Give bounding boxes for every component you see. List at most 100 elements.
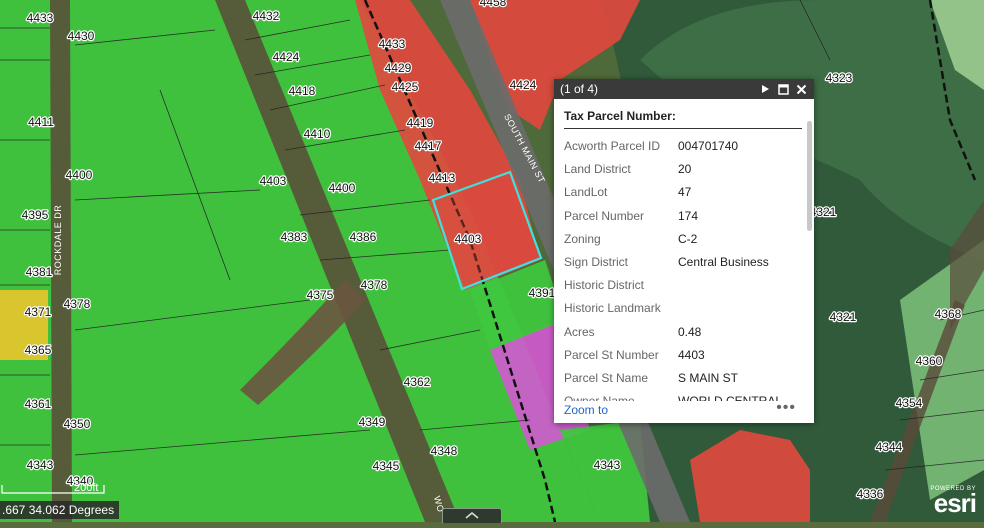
zoom-to-link[interactable]: Zoom to xyxy=(564,403,608,417)
parcel-number-label: 4375 xyxy=(307,288,334,302)
esri-wordmark: esri xyxy=(933,488,977,518)
parcel-number-label: 4349 xyxy=(359,415,386,429)
attribute-row: Zoning C-2 xyxy=(562,229,802,252)
parcel-number-label: 4378 xyxy=(361,278,388,292)
parcel-number-label: 4350 xyxy=(64,417,91,431)
parcel-number-label: 4323 xyxy=(826,71,853,85)
attribute-row: LandLot 47 xyxy=(562,182,802,205)
attribute-value: 20 xyxy=(678,162,692,177)
parcel-number-label: 4371 xyxy=(25,305,52,319)
attribute-row: Acworth Parcel ID 004701740 xyxy=(562,136,802,159)
close-icon[interactable] xyxy=(792,80,810,98)
attribute-key: Historic District xyxy=(564,278,644,293)
attribute-key: Land District xyxy=(564,162,631,177)
attribute-value: 174 xyxy=(678,208,699,223)
next-feature-icon[interactable] xyxy=(756,80,774,98)
attribute-value xyxy=(676,275,802,298)
road-name-label: ROCKDALE DR xyxy=(53,205,63,276)
attribute-value xyxy=(676,298,802,321)
parcel-number-label: 4400 xyxy=(66,168,93,182)
parcel-number-label: 4360 xyxy=(916,354,943,368)
attribute-row: Land District 20 xyxy=(562,159,802,182)
attribute-key: Parcel St Number xyxy=(564,347,659,362)
parcel-number-label: 4433 xyxy=(379,37,406,51)
parcel-number-label: 4354 xyxy=(896,396,923,410)
parcel-number-label: 4411 xyxy=(28,115,54,129)
parcel-number-label: 4383 xyxy=(281,230,308,244)
parcel-number-label: 4410 xyxy=(304,127,331,141)
attribute-row: Parcel St Name S MAIN ST xyxy=(562,368,802,391)
scale-bar: 200ft xyxy=(1,482,105,500)
attribute-key: Parcel St Name xyxy=(564,370,649,385)
attribute-key: Zoning xyxy=(564,231,601,246)
attribute-key: Owner Name xyxy=(562,391,676,401)
attribute-row: Parcel St Number 4403 xyxy=(562,345,802,368)
parcel-number-label: 4344 xyxy=(876,440,903,454)
attribute-value: C-2 xyxy=(678,231,698,246)
parcel-number-label: 4432 xyxy=(253,9,280,23)
attribute-value: 47 xyxy=(678,185,692,200)
parcel-number-label: 4368 xyxy=(935,307,962,321)
more-options-icon[interactable]: ••• xyxy=(776,399,796,417)
attribute-row: Historic District xyxy=(562,275,802,298)
attribute-row: Historic Landmark xyxy=(562,298,802,321)
attribute-row: Owner NameWORLD CENTRAL CORP AND xyxy=(562,391,802,401)
attribute-key: Acworth Parcel ID xyxy=(564,139,661,153)
parcel-number-label: 4348 xyxy=(431,444,458,458)
attribute-key: Parcel Number xyxy=(564,208,645,223)
parcel-number-label: 4400 xyxy=(329,181,356,195)
coordinate-readout: .667 34.062 Degrees xyxy=(0,501,120,519)
parcel-number-label: 4424 xyxy=(510,78,537,92)
parcel-number-label: 4429 xyxy=(385,61,412,75)
scale-label: 200ft xyxy=(74,482,99,494)
parcel-number-label: 4321 xyxy=(830,310,857,324)
parcel-number-label: 4425 xyxy=(392,80,419,94)
parcel-number-label: 4361 xyxy=(25,397,52,411)
parcel-number-label: 4365 xyxy=(25,343,52,357)
attribute-key: LandLot xyxy=(564,185,608,200)
parcel-number-label: 4343 xyxy=(594,458,621,472)
parcel-number-label: 4458 xyxy=(480,0,507,9)
parcel-number-label: 4386 xyxy=(350,230,377,244)
attribute-row: Acres 0.48 xyxy=(562,322,802,345)
maximize-icon[interactable] xyxy=(774,80,792,98)
esri-logo: POWERED BY esri xyxy=(930,486,977,518)
parcel-number-label: 4395 xyxy=(22,208,49,222)
parcel-number-label: 4378 xyxy=(64,297,91,311)
parcel-number-label: 4345 xyxy=(373,459,400,473)
attribute-value: S MAIN ST xyxy=(678,370,739,385)
attribute-key: Historic Landmark xyxy=(564,301,661,316)
map-canvas[interactable]: 4433 4432 4430 4424 4418 4411 4410 4400 4403 4400… xyxy=(0,0,984,522)
parcel-number-label: 4336 xyxy=(857,487,884,501)
parcel-number-label: 4362 xyxy=(404,375,431,389)
popup-header: (1 of 4) xyxy=(554,79,814,99)
attribute-value: 0.48 xyxy=(678,324,702,339)
popup-count: (1 of 4) xyxy=(560,82,599,96)
parcel-number-label: 4403 xyxy=(455,232,482,246)
popup-footer: Zoom to ••• xyxy=(554,399,814,423)
popup-body[interactable]: Tax Parcel Number: Acworth Parcel ID 0047… xyxy=(554,99,814,401)
attribute-key: Sign District xyxy=(564,254,629,269)
parcel-number-label: 4403 xyxy=(260,174,287,188)
popup-scrollbar[interactable] xyxy=(807,121,812,231)
attribute-value: 004701740 xyxy=(678,139,739,153)
parcel-number-label: 4417 xyxy=(415,139,442,153)
parcel-number-label: 4424 xyxy=(273,50,300,64)
parcel-popup: (1 of 4) Tax Parcel Number: Acworth Parc… xyxy=(554,79,814,423)
parcel-number-label: 4381 xyxy=(26,265,53,279)
parcel-number-label: 4433 xyxy=(27,11,54,25)
parcel-number-label: 4430 xyxy=(68,29,95,43)
attribute-key: Acres xyxy=(564,324,595,339)
popup-title: Tax Parcel Number: xyxy=(564,109,802,129)
attribute-row: Sign District Central Business xyxy=(562,252,802,275)
attribute-row: Parcel Number 174 xyxy=(562,206,802,229)
parcel-number-label: 4419 xyxy=(407,116,434,130)
parcel-number-label: 4391 xyxy=(529,286,556,300)
bottom-panel-tab[interactable] xyxy=(442,508,502,523)
parcel-number-label: 4418 xyxy=(289,84,316,98)
attribute-value: 4403 xyxy=(678,347,705,362)
parcel-number-label: 4343 xyxy=(27,458,54,472)
attribute-table: Acworth Parcel ID 004701740 Land District 2… xyxy=(562,136,802,401)
attribute-value: Central Business xyxy=(678,254,769,269)
parcel-number-label: 4413 xyxy=(429,171,456,185)
